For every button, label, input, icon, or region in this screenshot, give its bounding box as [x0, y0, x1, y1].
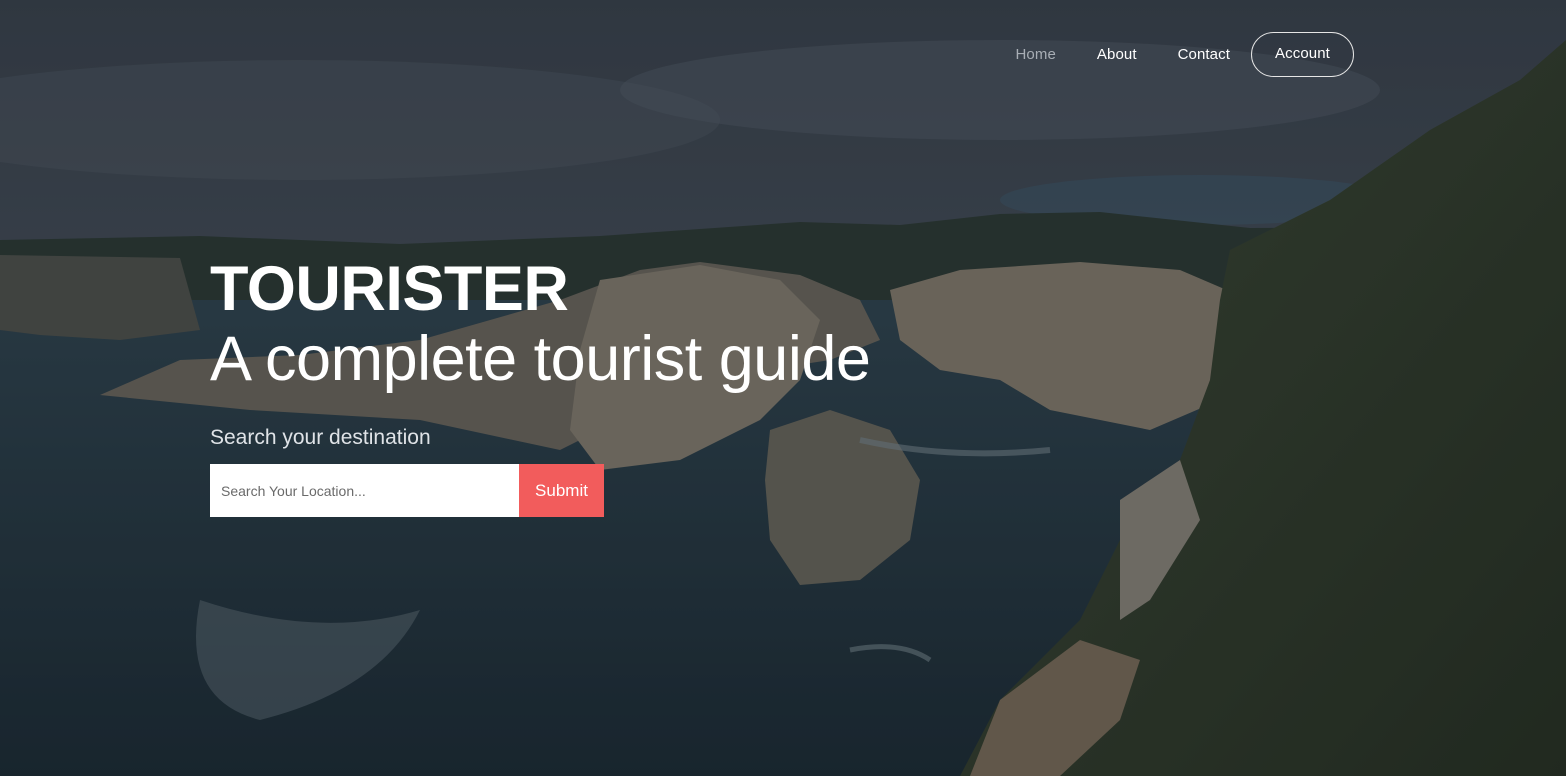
- top-navigation: Home About Contact Account: [974, 32, 1354, 77]
- nav-item-about[interactable]: About: [1097, 32, 1137, 77]
- search-label: Search your destination: [210, 426, 431, 449]
- brand-title: TOURISTER: [210, 254, 569, 324]
- account-button[interactable]: Account: [1251, 32, 1354, 77]
- submit-button[interactable]: Submit: [519, 464, 604, 517]
- nav-item-contact[interactable]: Contact: [1178, 32, 1230, 77]
- hero-content: TOURISTER A complete tourist guide Searc…: [210, 256, 1110, 517]
- hero-section: Home About Contact Account TOURISTER A c…: [0, 0, 1566, 776]
- search-form: Submit: [210, 464, 604, 517]
- search-input[interactable]: [210, 464, 519, 517]
- hero-tagline: A complete tourist guide: [210, 324, 871, 394]
- nav-item-home[interactable]: Home: [1015, 32, 1055, 77]
